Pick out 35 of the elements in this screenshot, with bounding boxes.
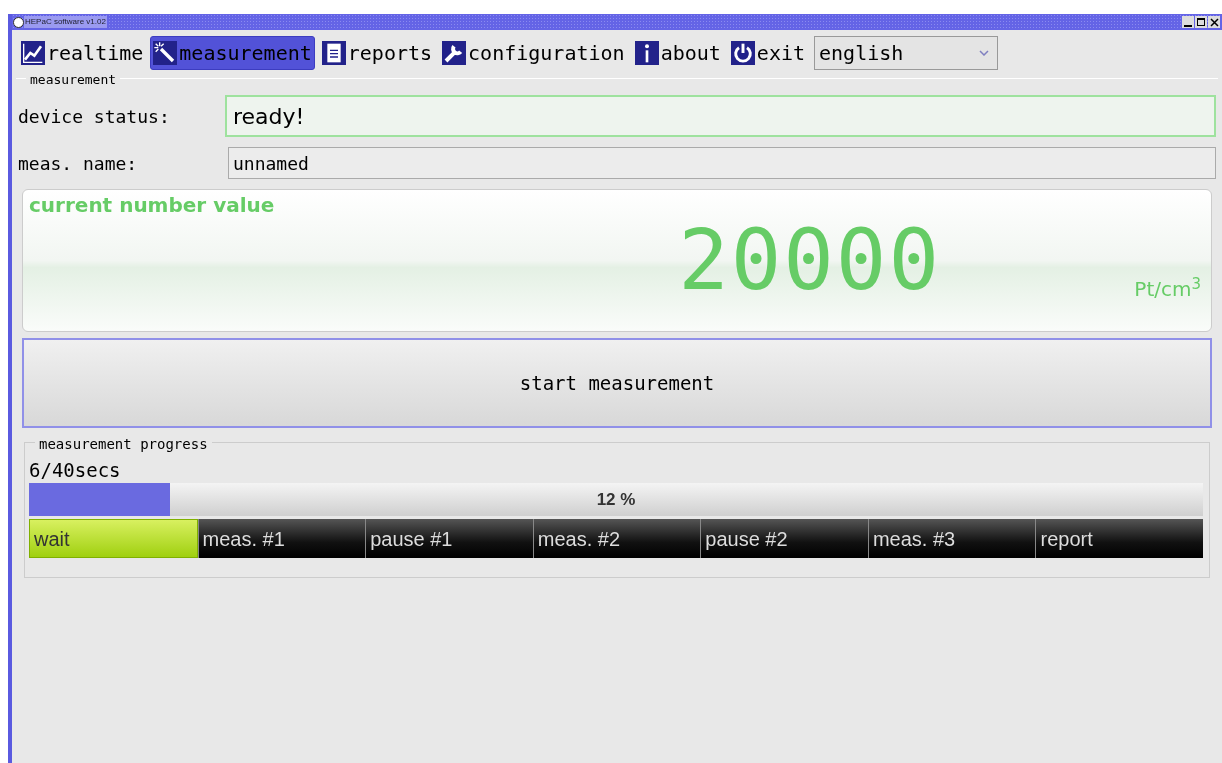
menu-tab[interactable]: measurement (150, 36, 315, 70)
step-segment: meas. #1 (197, 519, 366, 558)
panel-title: current number value (29, 192, 275, 219)
chart-icon (21, 41, 45, 65)
step-segment: wait (29, 519, 198, 558)
status-field[interactable]: ready! (225, 95, 1216, 137)
minimize-button[interactable] (1182, 16, 1194, 28)
start-button[interactable]: start measurement (22, 338, 1212, 428)
name-field[interactable]: unnamed (228, 147, 1216, 179)
wrench-icon (442, 41, 467, 65)
window-title: HEPaC software v1.02 (24, 16, 107, 28)
field-label: meas. name: (18, 151, 139, 176)
close-button[interactable] (1208, 16, 1220, 28)
info-icon (634, 41, 659, 65)
elapsed-time: 6/40secs (29, 458, 122, 483)
menu-tab[interactable]: reports (318, 36, 436, 70)
menu-tab[interactable]: realtime (18, 36, 147, 70)
step-segment: report (1035, 519, 1204, 558)
progress-percent: 12 % (595, 488, 637, 511)
maximize-button[interactable] (1195, 16, 1207, 28)
menu-tab[interactable]: configuration (439, 36, 628, 70)
step-segment: pause #1 (365, 519, 533, 558)
step-segment: pause #2 (700, 519, 868, 558)
chevron-down-icon (979, 50, 989, 56)
unit-label: Pt/cm$^{3}$ (1134, 274, 1201, 303)
counter-value: 20000 (678, 218, 941, 302)
step-segment: meas. #2 (532, 519, 701, 558)
menu-tab[interactable]: about (631, 36, 724, 70)
menu-tab[interactable]: exit (727, 36, 808, 70)
power-icon (730, 41, 755, 65)
document-icon (321, 41, 346, 65)
language-dropdown[interactable]: english (814, 36, 998, 70)
step-segment: meas. #3 (867, 519, 1036, 558)
wand-icon (153, 41, 178, 65)
field-label: device status: (18, 104, 171, 129)
